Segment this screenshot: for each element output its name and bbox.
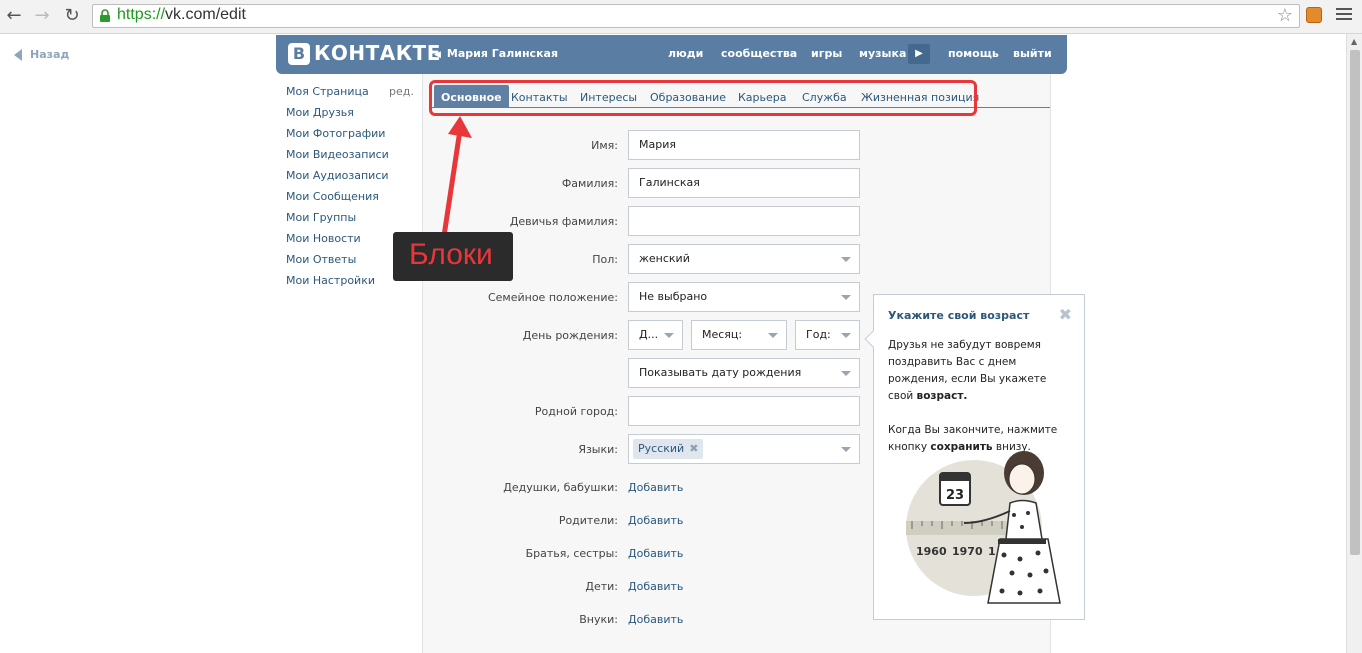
- lock-icon: [100, 9, 110, 22]
- close-icon[interactable]: ✖: [1059, 305, 1072, 324]
- add-children-link[interactable]: Добавить: [628, 580, 683, 593]
- hometown-input[interactable]: [628, 396, 860, 426]
- gender-select[interactable]: женский: [628, 244, 860, 274]
- address-bar[interactable]: https://vk.com/edit ☆: [92, 4, 1300, 28]
- birthday-label: День рождения:: [522, 329, 618, 342]
- header-user-link[interactable]: ◀ Мария Галинская: [434, 47, 558, 60]
- tooltip-title: Укажите свой возраст: [888, 309, 1030, 322]
- nav-games[interactable]: игры: [811, 47, 842, 60]
- nav-people[interactable]: люди: [668, 47, 703, 60]
- add-parents-link[interactable]: Добавить: [628, 514, 683, 527]
- year-tick-1960: 1960: [916, 545, 947, 558]
- annotation-label: Блоки: [409, 238, 493, 271]
- birth-day-value: Д...: [639, 328, 659, 341]
- nav-logout[interactable]: выйти: [1013, 47, 1052, 60]
- birth-year-value: Год:: [806, 328, 831, 341]
- back-arrow-icon[interactable]: ←: [4, 6, 24, 26]
- birth-month-select[interactable]: Месяц:: [691, 320, 787, 350]
- browser-toolbar: ← → ↻ https://vk.com/edit ☆: [0, 0, 1362, 34]
- hometown-label: Родной город:: [534, 405, 618, 418]
- add-grandchildren-link[interactable]: Добавить: [628, 613, 683, 626]
- nav-music[interactable]: музыка: [859, 47, 906, 60]
- left-triangle-icon: ◀: [434, 50, 441, 60]
- remove-tag-icon[interactable]: ✖: [689, 442, 698, 455]
- forward-arrow-icon[interactable]: →: [32, 6, 52, 26]
- nav-communities[interactable]: сообщества: [721, 47, 797, 60]
- grandparents-label: Дедушки, бабушки:: [503, 481, 618, 494]
- year-tick-1970: 1970: [952, 545, 983, 558]
- reload-icon[interactable]: ↻: [62, 6, 82, 26]
- bookmark-star-icon[interactable]: ☆: [1277, 5, 1293, 26]
- parents-label: Родители:: [558, 514, 618, 527]
- url-text: https://vk.com/edit: [117, 6, 246, 23]
- music-play-icon[interactable]: ▶: [908, 44, 930, 64]
- birth-day-select[interactable]: Д...: [628, 320, 683, 350]
- year-tick-partial: 1: [988, 545, 996, 558]
- scroll-up-icon[interactable]: ▲: [1351, 37, 1357, 46]
- last-name-input[interactable]: Галинская: [628, 168, 860, 198]
- edit-page-link[interactable]: ред.: [389, 85, 414, 98]
- menu-photos[interactable]: Мои Фотографии: [286, 126, 416, 147]
- chevron-down-icon: [768, 333, 778, 338]
- vk-header: В КОНТАКТЕ ◀ Мария Галинская люди сообщес…: [276, 35, 1067, 74]
- first-name-input[interactable]: Мария: [628, 130, 860, 160]
- children-label: Дети:: [585, 580, 618, 593]
- chevron-down-icon: [841, 447, 851, 452]
- menu-groups[interactable]: Мои Группы: [286, 210, 416, 231]
- birth-year-select[interactable]: Год:: [795, 320, 860, 350]
- languages-select[interactable]: Русский ✖: [628, 434, 860, 464]
- marital-status-label: Семейное положение:: [487, 291, 618, 304]
- chevron-down-icon: [841, 295, 851, 300]
- vk-logo-icon[interactable]: В: [288, 43, 310, 65]
- annotation-arrow: [441, 116, 472, 237]
- gender-value: женский: [639, 252, 690, 265]
- extension-icon[interactable]: [1306, 7, 1322, 23]
- browser-menu-icon[interactable]: [1336, 8, 1352, 22]
- add-siblings-link[interactable]: Добавить: [628, 547, 683, 560]
- grandchildren-label: Внуки:: [579, 613, 618, 626]
- chevron-down-icon: [664, 333, 674, 338]
- add-grandparents-link[interactable]: Добавить: [628, 481, 683, 494]
- nav-help[interactable]: помощь: [948, 47, 999, 60]
- chevron-down-icon: [841, 371, 851, 376]
- menu-audio[interactable]: Мои Аудиозаписи: [286, 168, 416, 189]
- age-tooltip: Укажите свой возраст ✖ Друзья не забудут…: [864, 294, 1085, 620]
- back-triangle-icon: [14, 49, 22, 61]
- chevron-down-icon: [841, 257, 851, 262]
- annotation-box: Блоки: [393, 232, 513, 281]
- language-tag: Русский ✖: [633, 439, 704, 459]
- woman-calendar-illustration: 1960 1970 1 23: [906, 451, 1061, 604]
- show-birthday-select[interactable]: Показывать дату рождения: [628, 358, 860, 388]
- vk-logo-text[interactable]: КОНТАКТЕ: [314, 41, 441, 65]
- page-scrollbar[interactable]: ▲: [1346, 34, 1362, 653]
- languages-label: Языки:: [578, 443, 618, 456]
- menu-messages[interactable]: Мои Сообщения: [286, 189, 416, 210]
- marital-status-value: Не выбрано: [639, 290, 708, 303]
- menu-friends[interactable]: Мои Друзья: [286, 105, 416, 126]
- back-link[interactable]: Назад: [14, 48, 69, 61]
- menu-videos[interactable]: Мои Видеозаписи: [286, 147, 416, 168]
- calendar-day: 23: [946, 488, 964, 503]
- birth-month-value: Месяц:: [702, 328, 743, 341]
- tooltip-text: Друзья не забудут вовремя поздравить Вас…: [888, 339, 1058, 453]
- tabs-highlight-frame: [429, 80, 977, 116]
- marital-status-select[interactable]: Не выбрано: [628, 282, 860, 312]
- show-birthday-value: Показывать дату рождения: [639, 366, 802, 379]
- maiden-name-input[interactable]: [628, 206, 860, 236]
- scroll-thumb[interactable]: [1350, 50, 1360, 555]
- chevron-down-icon: [841, 333, 851, 338]
- siblings-label: Братья, сестры:: [525, 547, 618, 560]
